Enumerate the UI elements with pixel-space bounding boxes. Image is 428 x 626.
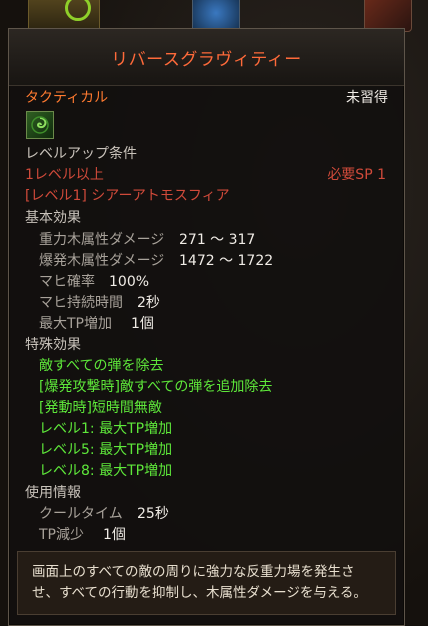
effect-label: 重力木属性ダメージ: [39, 232, 165, 248]
required-skill: [レベル1] シアーアトモスフィア: [25, 188, 230, 204]
usage-value: 1個: [103, 527, 126, 543]
skill-description: 画面上のすべての敵の周りに強力な反重力場を発生さ せ、すべての行動を抑制し、木属…: [32, 562, 392, 604]
usage-label: TP減少: [39, 527, 84, 543]
learn-status: 未習得: [346, 90, 388, 106]
required-level: 1レベル以上: [25, 167, 104, 183]
effect-value: 1個: [131, 316, 154, 332]
effect-label: 爆発木属性ダメージ: [39, 253, 165, 269]
effect-value: 271 ～ 317: [179, 232, 256, 248]
special-effect: 敵すべての弾を除去: [39, 358, 164, 374]
special-effect: レベル1: 最大TP増加: [39, 421, 173, 437]
effect-value: 1472 ～ 1722: [179, 253, 274, 269]
special-effect: [発動時]短時間無敵: [39, 400, 162, 416]
usage-header: 使用情報: [25, 485, 81, 501]
effect-value: 100%: [109, 274, 150, 290]
description-line: 画面上のすべての敵の周りに強力な反重力場を発生さ: [32, 564, 355, 580]
special-effect: [爆発攻撃時]敵すべての弾を追加除去: [39, 379, 273, 395]
usage-value: 25秒: [137, 506, 169, 522]
effect-label: マヒ持続時間: [39, 295, 123, 311]
description-line: せ、すべての行動を抑制し、木属性ダメージを与える。: [32, 585, 367, 601]
green-swirl-icon: [26, 111, 54, 139]
usage-label: クールタイム: [39, 506, 123, 522]
effect-label: マヒ確率: [39, 274, 95, 290]
required-sp: 必要SP 1: [327, 167, 386, 183]
basic-effects-header: 基本効果: [25, 210, 81, 226]
special-effect: レベル5: 最大TP増加: [39, 442, 173, 458]
selection-ring-icon: [65, 0, 91, 21]
tooltip-header: リバースグラヴィティー: [9, 29, 404, 86]
skill-type: タクティカル: [25, 90, 109, 106]
description-box: 画面上のすべての敵の周りに強力な反重力場を発生さ せ、すべての行動を抑制し、木属…: [17, 551, 396, 615]
effect-value: 2秒: [137, 295, 160, 311]
skill-tooltip: リバースグラヴィティー タクティカル 未習得 レベルアップ条件 1レベル以上 必…: [8, 28, 405, 626]
special-effects-header: 特殊効果: [25, 337, 81, 353]
levelup-header: レベルアップ条件: [25, 146, 137, 162]
effect-label: 最大TP増加: [39, 316, 112, 332]
special-effect: レベル8: 最大TP増加: [39, 463, 173, 479]
skill-title: リバースグラヴィティー: [111, 50, 302, 70]
